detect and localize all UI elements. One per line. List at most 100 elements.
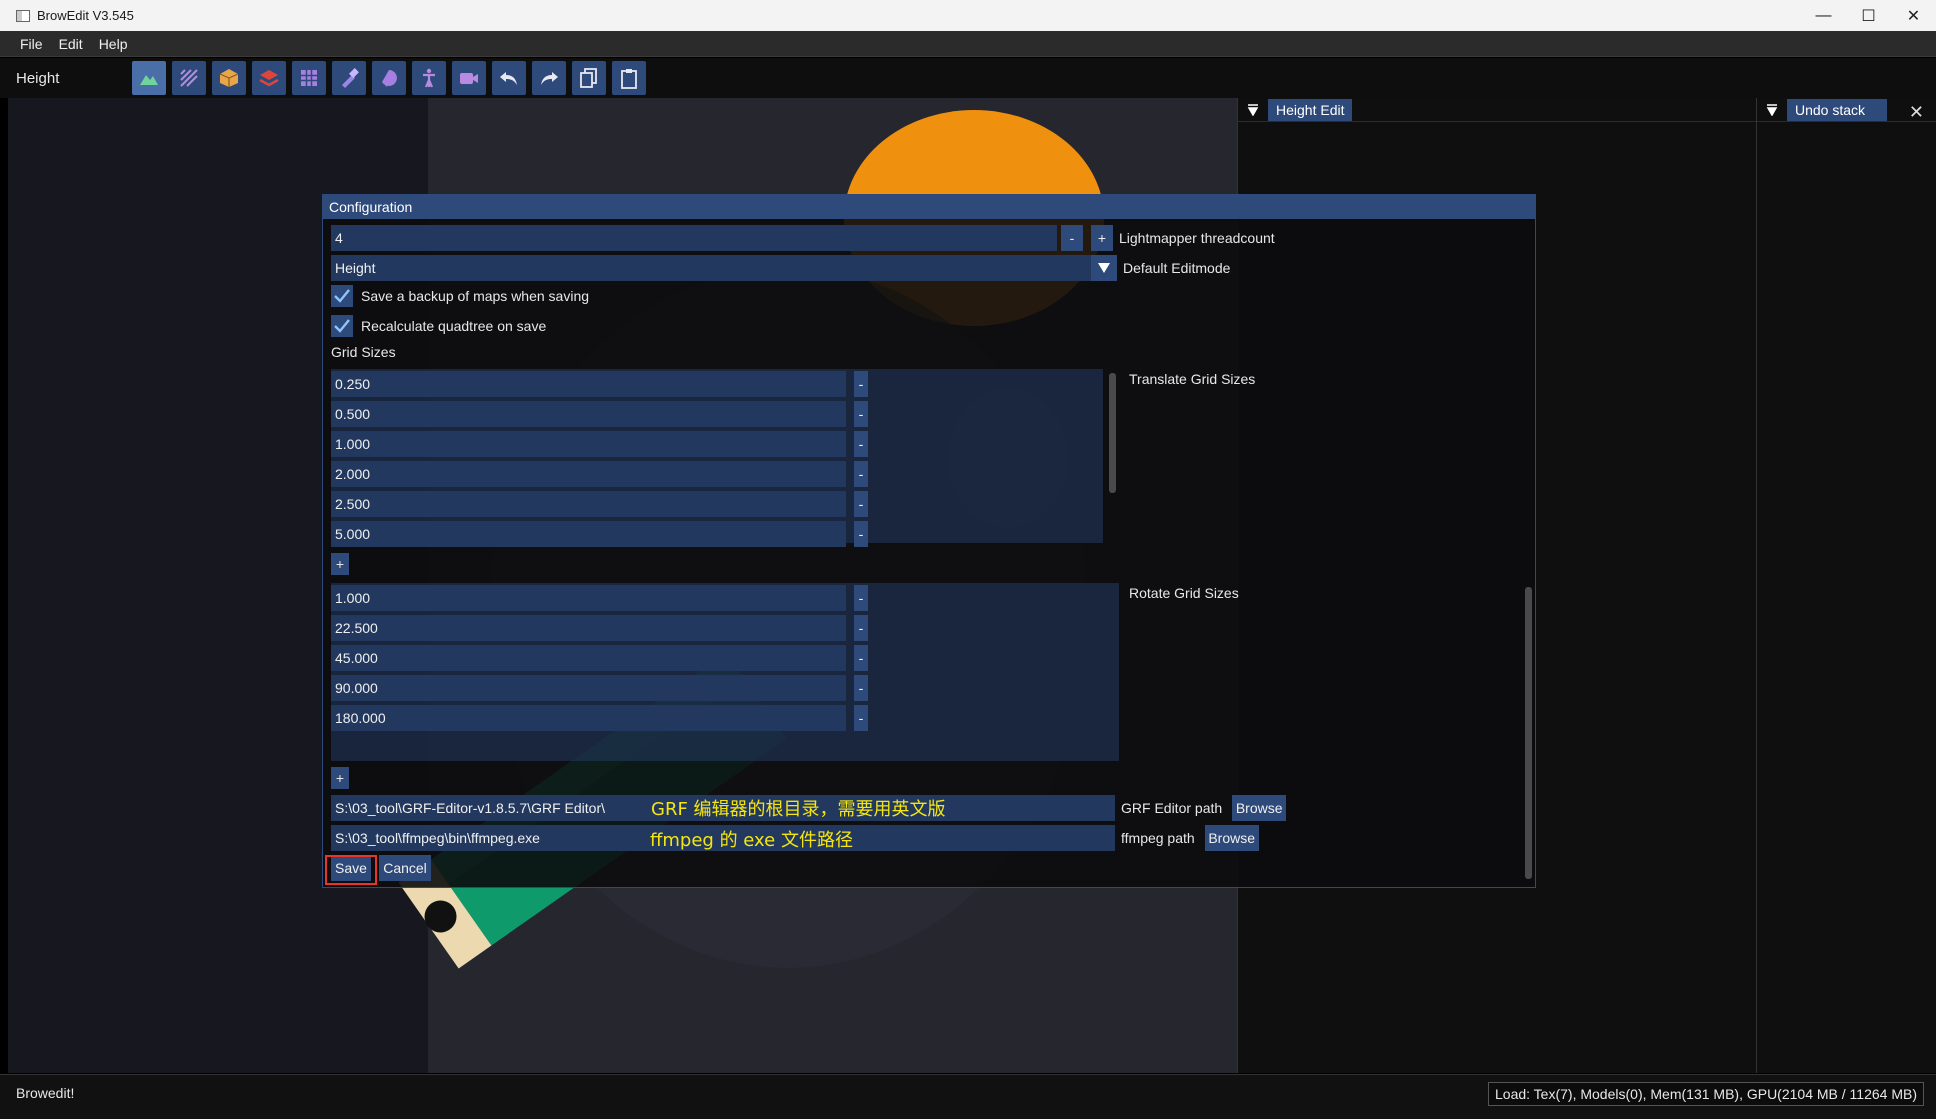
translate-grid-remove-button[interactable]: -: [854, 521, 868, 547]
check-icon: [334, 289, 350, 303]
app-icon: [16, 9, 30, 22]
ffmpeg-browse-button[interactable]: Browse: [1204, 825, 1259, 851]
tools-mode-button[interactable]: [412, 61, 446, 95]
translate-grid-row: 0.500 -: [331, 401, 868, 427]
texture-mode-button[interactable]: [172, 61, 206, 95]
grid-sizes-heading-row: Grid Sizes: [331, 344, 396, 360]
rotate-grid-remove-button[interactable]: -: [854, 675, 868, 701]
cancel-button[interactable]: Cancel: [379, 855, 431, 881]
rotate-grid-row: 45.000 -: [331, 645, 868, 671]
translate-grid-remove-button[interactable]: -: [854, 461, 868, 487]
backup-label: Save a backup of maps when saving: [361, 288, 590, 304]
undo-button[interactable]: [492, 61, 526, 95]
quadtree-row: Recalculate quadtree on save: [331, 315, 546, 337]
threadcount-row: 4 - + Lightmapper threadcount: [331, 225, 1275, 251]
copy-button[interactable]: [572, 61, 606, 95]
rotate-grid-input[interactable]: 22.500: [331, 615, 846, 641]
translate-grid-remove-button[interactable]: -: [854, 401, 868, 427]
wall-icon: [259, 70, 279, 87]
undo-stack-panel: Undo stack ✕: [1756, 98, 1936, 1073]
height-mode-button[interactable]: [132, 61, 166, 95]
rotate-grid-label: Rotate Grid Sizes: [1129, 585, 1239, 601]
translate-grid-remove-button[interactable]: -: [854, 491, 868, 517]
threadcount-plus-button[interactable]: +: [1091, 225, 1113, 251]
rotate-grid-input[interactable]: 90.000: [331, 675, 846, 701]
rotate-grid-remove-button[interactable]: -: [854, 585, 868, 611]
rotate-grid-row: 180.000 -: [331, 705, 868, 731]
translate-grid-remove-button[interactable]: -: [854, 371, 868, 397]
threadcount-input[interactable]: 4: [331, 225, 1057, 251]
ffmpeg-path-label: ffmpeg path: [1121, 830, 1195, 846]
rotate-grid-input[interactable]: 180.000: [331, 705, 846, 731]
menu-file[interactable]: File: [20, 36, 43, 52]
rotate-grid-remove-button[interactable]: -: [854, 615, 868, 641]
window-titlebar: BrowEdit V3.545 — ☐ ✕: [0, 0, 1936, 31]
rotate-grid-add-button[interactable]: +: [331, 767, 349, 789]
editmode-label: Default Editmode: [1123, 260, 1231, 276]
minimize-button[interactable]: —: [1801, 0, 1846, 31]
translate-grid-input[interactable]: 0.500: [331, 401, 846, 427]
redo-icon: [541, 72, 558, 85]
gat-mode-button[interactable]: [292, 61, 326, 95]
rotate-grid-row: 22.500 -: [331, 615, 868, 641]
object-mode-button[interactable]: [212, 61, 246, 95]
menu-edit[interactable]: Edit: [59, 36, 83, 52]
wall-mode-button[interactable]: [252, 61, 286, 95]
translate-grid-add-button[interactable]: +: [331, 553, 349, 575]
menu-help[interactable]: Help: [99, 36, 128, 52]
camera-mode-button[interactable]: [452, 61, 486, 95]
translate-grid-row: 5.000 -: [331, 521, 868, 547]
maximize-button[interactable]: ☐: [1846, 0, 1891, 31]
check-icon: [334, 319, 350, 333]
grf-browse-button[interactable]: Browse: [1232, 795, 1287, 821]
backup-checkbox[interactable]: [331, 285, 353, 307]
translate-grid-remove-button[interactable]: -: [854, 431, 868, 457]
window-controls: — ☐ ✕: [1801, 0, 1936, 31]
translate-grid-input[interactable]: 2.500: [331, 491, 846, 517]
chevron-down-icon: [1098, 263, 1110, 273]
grf-path-label: GRF Editor path: [1121, 800, 1223, 816]
sphere-mode-button[interactable]: [372, 61, 406, 95]
save-highlight-box: [325, 855, 377, 885]
close-icon[interactable]: ✕: [1909, 102, 1924, 123]
quadtree-label: Recalculate quadtree on save: [361, 318, 547, 334]
ffmpeg-annotation: ffmpeg 的 exe 文件路径: [650, 830, 853, 851]
rotate-grid-input[interactable]: 1.000: [331, 585, 846, 611]
copy-icon: [580, 68, 597, 88]
rotate-grid-input[interactable]: 45.000: [331, 645, 846, 671]
collapse-triangle-icon[interactable]: [1246, 103, 1260, 117]
editmode-dropdown-button[interactable]: [1091, 255, 1117, 281]
tab-height-edit[interactable]: Height Edit: [1268, 98, 1353, 121]
backup-row: Save a backup of maps when saving: [331, 285, 589, 307]
dialog-title: Configuration: [323, 195, 1535, 219]
editmode-select[interactable]: Height: [331, 255, 1091, 281]
tab-undo-stack[interactable]: Undo stack: [1787, 98, 1887, 121]
translate-grid-input[interactable]: 2.000: [331, 461, 846, 487]
translate-grid-input[interactable]: 5.000: [331, 521, 846, 547]
close-window-button[interactable]: ✕: [1891, 0, 1936, 31]
translate-list-scrollbar[interactable]: [1109, 373, 1116, 493]
undo-stack-header: Undo stack ✕: [1757, 98, 1936, 122]
grf-annotation: GRF 编辑器的根目录，需要用英文版: [651, 799, 946, 820]
paste-button[interactable]: [612, 61, 646, 95]
texture-icon: [180, 69, 198, 87]
collapse-triangle-icon[interactable]: [1765, 103, 1779, 117]
edit-mode-label: Height: [16, 69, 60, 87]
translate-grid-input[interactable]: 0.250: [331, 371, 846, 397]
rotate-grid-remove-button[interactable]: -: [854, 705, 868, 731]
redo-button[interactable]: [532, 61, 566, 95]
sphere-icon: [382, 70, 397, 87]
status-message: Browedit!: [16, 1085, 75, 1101]
translate-grid-input[interactable]: 1.000: [331, 431, 846, 457]
toolbar: Height: [0, 58, 1936, 98]
rotate-grid-remove-button[interactable]: -: [854, 645, 868, 671]
quadtree-checkbox[interactable]: [331, 315, 353, 337]
gat-icon: [301, 70, 317, 86]
paint-mode-button[interactable]: [332, 61, 366, 95]
dialog-scrollbar[interactable]: [1525, 587, 1532, 879]
grid-sizes-heading: Grid Sizes: [331, 344, 396, 360]
paint-icon: [342, 68, 359, 88]
translate-grid-row: 2.500 -: [331, 491, 868, 517]
menu-bar: File Edit Help: [0, 31, 1936, 57]
threadcount-minus-button[interactable]: -: [1061, 225, 1083, 251]
